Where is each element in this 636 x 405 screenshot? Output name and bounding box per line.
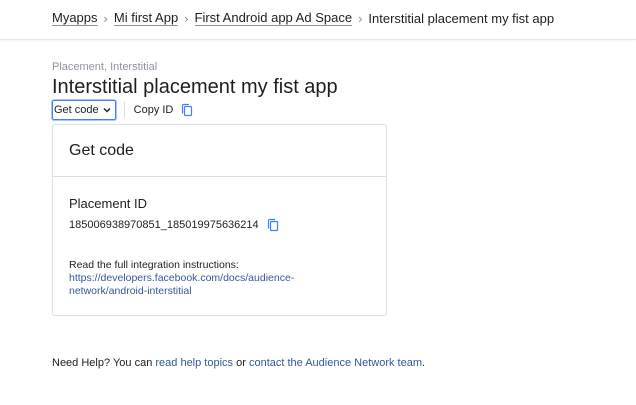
chevron-right-icon: › bbox=[358, 10, 363, 26]
breadcrumb: Myapps › Mi first App › First Android ap… bbox=[52, 10, 554, 26]
get-code-card: Get code Placement ID 185006938970851_18… bbox=[52, 124, 387, 316]
help-middle: or bbox=[233, 357, 249, 369]
placement-id-row: 185006938970851_185019975636214 bbox=[69, 218, 280, 232]
copy-id-label: Copy ID bbox=[133, 104, 174, 116]
help-suffix: . bbox=[422, 357, 426, 369]
top-bar: Myapps › Mi first App › First Android ap… bbox=[0, 0, 636, 40]
help-text: Need Help? You can read help topics or c… bbox=[52, 357, 425, 369]
instructions-text: Read the full integration instructions: bbox=[69, 259, 239, 271]
breadcrumb-item-app[interactable]: Mi first App bbox=[113, 10, 179, 26]
get-code-dropdown[interactable]: Get code bbox=[52, 100, 116, 120]
instructions-link[interactable]: https://developers.facebook.com/docs/aud… bbox=[69, 272, 369, 298]
card-title: Get code bbox=[53, 125, 386, 177]
instructions-link-line2: network/android-interstitial bbox=[69, 285, 192, 297]
integration-instructions: Read the full integration instructions: … bbox=[69, 259, 369, 298]
copy-id-button[interactable]: Copy ID bbox=[134, 103, 195, 117]
get-code-label: Get code bbox=[54, 104, 99, 116]
page-title: Interstitial placement my fist app bbox=[52, 76, 338, 98]
placement-id-label: Placement ID bbox=[69, 196, 148, 211]
chevron-right-icon: › bbox=[103, 10, 108, 26]
help-prefix: Need Help? You can bbox=[52, 357, 156, 369]
tab-divider bbox=[123, 102, 125, 118]
chevron-down-icon bbox=[103, 108, 111, 113]
breadcrumb-item-myapps[interactable]: Myapps bbox=[52, 10, 98, 26]
contact-team-link[interactable]: contact the Audience Network team bbox=[249, 357, 422, 369]
breadcrumb-current: Interstitial placement my fist app bbox=[368, 10, 555, 26]
placement-tabs: Get code Copy ID bbox=[52, 100, 194, 120]
read-help-topics-link[interactable]: read help topics bbox=[155, 357, 233, 369]
placement-id-value: 185006938970851_185019975636214 bbox=[69, 219, 259, 231]
instructions-link-line1: https://developers.facebook.com/docs/aud… bbox=[69, 272, 295, 284]
chevron-right-icon: › bbox=[184, 10, 189, 26]
placement-subtype: Placement, Interstitial bbox=[52, 61, 158, 73]
copy-icon bbox=[182, 103, 193, 117]
copy-icon[interactable] bbox=[266, 218, 280, 232]
breadcrumb-item-ad-space[interactable]: First Android app Ad Space bbox=[194, 10, 353, 26]
